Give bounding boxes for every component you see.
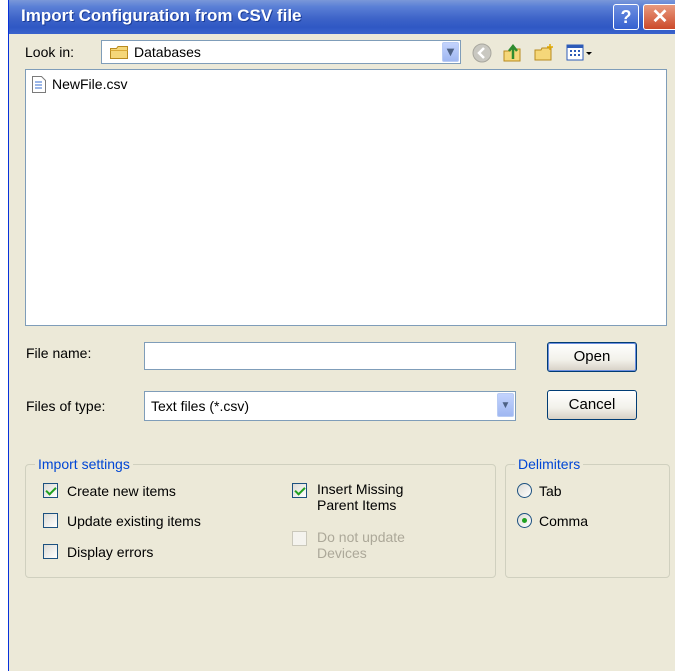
insert-missing-line2: Parent Items — [317, 497, 397, 513]
update-existing-items-checkbox[interactable] — [43, 513, 58, 528]
display-errors-checkbox[interactable] — [43, 544, 58, 559]
files-of-type-label: Files of type: — [26, 398, 106, 414]
file-name-input[interactable] — [144, 342, 516, 370]
title-bar[interactable]: Import Configuration from CSV file ? ✕ — [9, 0, 675, 34]
delimiters-title: Delimiters — [515, 456, 584, 472]
do-not-update-devices-label: Do not update Devices — [317, 529, 405, 561]
insert-missing-parent-items-checkbox[interactable] — [292, 483, 307, 498]
files-of-type-value: Text files (*.csv) — [151, 398, 250, 414]
insert-missing-parent-items-label: Insert Missing Parent Items — [317, 481, 403, 513]
look-in-value: Databases — [134, 44, 201, 60]
view-menu-icon[interactable] — [565, 42, 595, 64]
look-in-combobox[interactable]: Databases ▼ — [101, 40, 461, 64]
chevron-down-icon: ▼ — [500, 400, 511, 411]
tab-radio[interactable] — [517, 483, 532, 498]
insert-missing-line1: Insert Missing — [317, 481, 404, 497]
do-not-update-devices-checkbox — [292, 531, 307, 546]
create-new-items-checkbox[interactable] — [43, 483, 58, 498]
display-errors-label: Display errors — [67, 544, 154, 560]
cancel-button[interactable]: Cancel — [547, 390, 637, 420]
tab-radio-label: Tab — [539, 483, 562, 499]
folder-icon — [110, 46, 128, 59]
do-not-update-line2: Devices — [317, 545, 367, 561]
open-button[interactable]: Open — [547, 342, 637, 372]
import-settings-group: Import settings Create new items Update … — [25, 456, 496, 578]
help-button[interactable]: ? — [613, 4, 639, 30]
file-name-label: File name: — [26, 345, 92, 361]
create-new-items-label: Create new items — [67, 483, 176, 499]
new-folder-icon[interactable] — [533, 42, 555, 64]
file-name-label: NewFile.csv — [52, 76, 128, 92]
chevron-down-icon: ▼ — [446, 47, 455, 58]
back-icon[interactable] — [471, 42, 493, 64]
import-csv-dialog: Import Configuration from CSV file ? ✕ L… — [8, 0, 675, 671]
comma-radio[interactable] — [517, 513, 532, 528]
do-not-update-line1: Do not update — [317, 529, 405, 545]
csv-file-icon — [32, 76, 46, 93]
look-in-label: Look in: — [25, 44, 75, 60]
files-of-type-select[interactable]: Text files (*.csv) ▼ — [144, 391, 516, 421]
window-title: Import Configuration from CSV file — [21, 6, 302, 25]
comma-radio-label: Comma — [539, 513, 589, 529]
file-list[interactable]: NewFile.csv — [25, 69, 667, 326]
files-of-type-dropdown-button[interactable]: ▼ — [497, 393, 514, 417]
up-folder-icon[interactable] — [501, 42, 523, 64]
import-settings-title: Import settings — [35, 456, 133, 472]
look-in-dropdown-button[interactable]: ▼ — [442, 42, 459, 62]
close-button[interactable]: ✕ — [643, 4, 675, 30]
update-existing-items-label: Update existing items — [67, 513, 201, 529]
delimiters-group: Delimiters Tab Comma — [505, 456, 670, 578]
